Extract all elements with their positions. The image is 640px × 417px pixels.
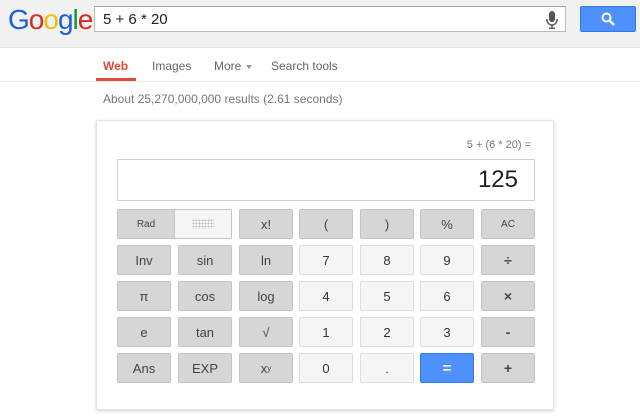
pi-key[interactable]: π [117,281,171,311]
tab-more-label: More [214,59,242,73]
sin-key[interactable]: sin [178,245,232,275]
factorial-key[interactable]: x! [239,209,293,239]
tab-web[interactable]: Web [103,59,128,73]
logo-letter: G [8,4,30,35]
dotted-pattern-icon [192,219,214,229]
search-input[interactable] [95,7,535,31]
google-logo[interactable]: G o o g l e [8,4,94,36]
calc-display-value: 125 [477,166,518,193]
e-key[interactable]: e [117,317,171,347]
tan-key[interactable]: tan [178,317,232,347]
calculator-card: 5 + (6 * 20) = 125 Rad x! ( ) % AC Inv s… [96,120,554,410]
right-paren-key[interactable]: ) [360,209,414,239]
digit-4-key[interactable]: 4 [299,281,353,311]
sqrt-key[interactable]: √ [239,317,293,347]
calc-expression: 5 + (6 * 20) = [466,139,531,151]
digit-7-key[interactable]: 7 [299,245,353,275]
minus-key[interactable]: - [481,317,535,347]
angle-mode-toggle[interactable]: Rad [117,209,232,239]
ln-key[interactable]: ln [239,245,293,275]
logo-letter: o [28,4,45,35]
logo-letter: e [77,4,94,35]
power-key[interactable]: xy [239,353,293,383]
percent-key[interactable]: % [420,209,474,239]
header-bar: G o o g l e [0,0,640,48]
log-key[interactable]: log [239,281,293,311]
tab-images[interactable]: Images [152,59,191,73]
calc-display: 125 [117,159,535,201]
search-box [94,6,566,32]
equals-key[interactable]: = [420,353,474,383]
deg-mode-button[interactable] [175,210,231,238]
logo-letter: g [57,4,74,35]
divide-key[interactable]: ÷ [481,245,535,275]
magnifier-icon [601,12,615,26]
tab-more[interactable]: More [214,59,253,73]
digit-1-key[interactable]: 1 [299,317,353,347]
all-clear-key[interactable]: AC [481,209,535,239]
chevron-down-icon [246,64,253,69]
logo-letter: o [43,4,59,35]
digit-5-key[interactable]: 5 [360,281,414,311]
digit-0-key[interactable]: 0 [299,353,353,383]
results-count: About 25,270,000,000 results (2.61 secon… [103,92,343,106]
exp-key[interactable]: EXP [178,353,232,383]
multiply-key[interactable]: × [481,281,535,311]
inverse-key[interactable]: Inv [117,245,171,275]
rad-mode-button[interactable]: Rad [118,210,175,238]
microphone-icon[interactable] [545,11,559,29]
cos-key[interactable]: cos [178,281,232,311]
power-key-exponent: y [267,363,272,373]
active-tab-indicator [96,78,136,81]
plus-key[interactable]: + [481,353,535,383]
search-nav: Web Images More Search tools [0,48,640,82]
answer-key[interactable]: Ans [117,353,171,383]
digit-8-key[interactable]: 8 [360,245,414,275]
left-paren-key[interactable]: ( [299,209,353,239]
search-button[interactable] [580,6,636,32]
digit-2-key[interactable]: 2 [360,317,414,347]
digit-3-key[interactable]: 3 [420,317,474,347]
decimal-point-key[interactable]: . [360,353,414,383]
digit-6-key[interactable]: 6 [420,281,474,311]
tab-search-tools[interactable]: Search tools [271,59,338,73]
digit-9-key[interactable]: 9 [420,245,474,275]
